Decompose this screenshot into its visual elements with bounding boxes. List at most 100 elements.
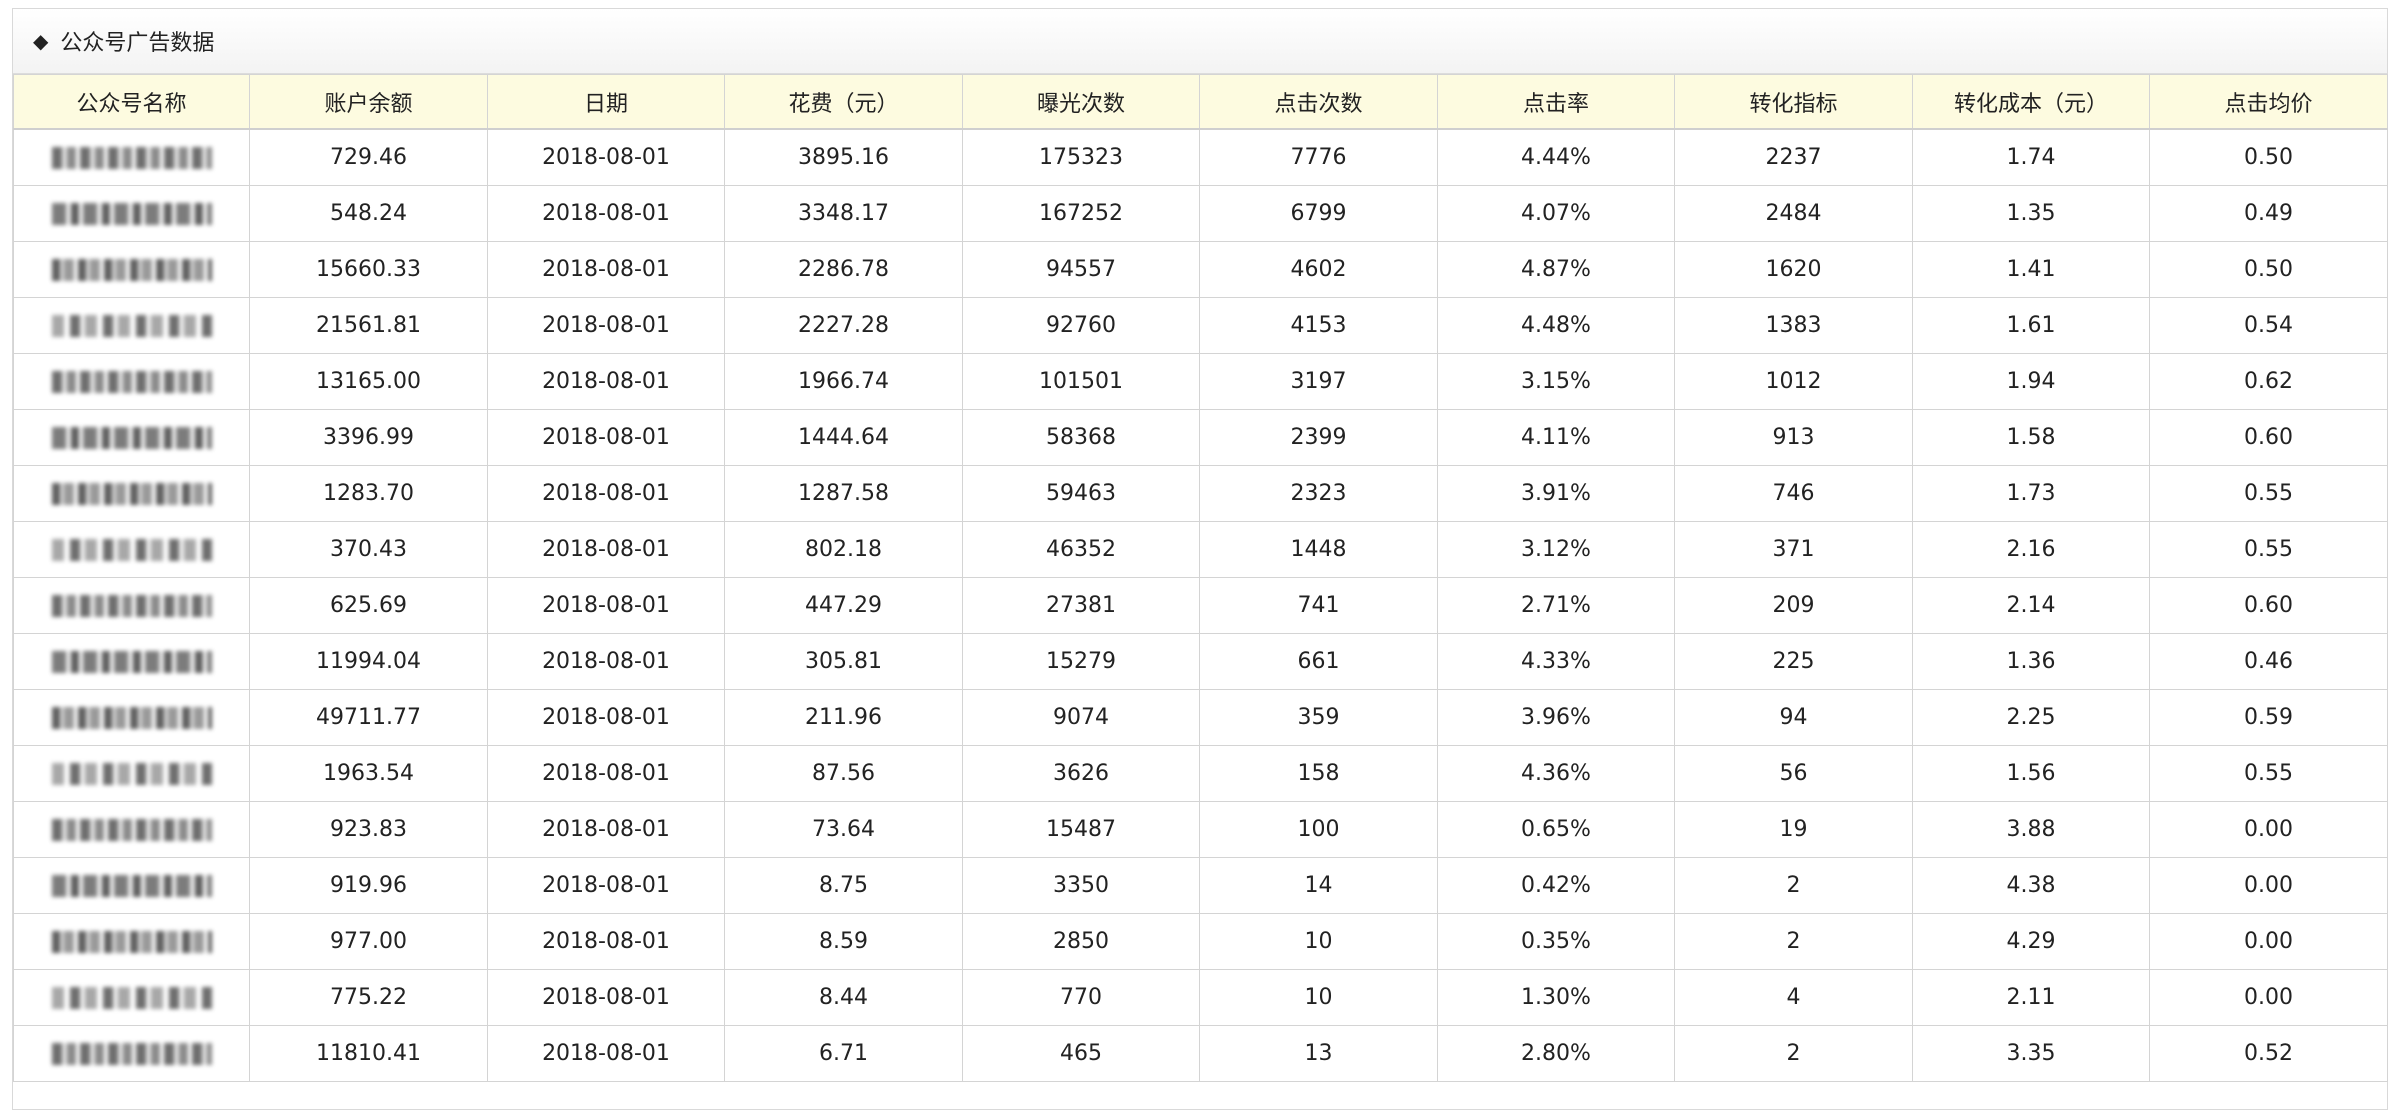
table-body: 729.46 2018-08-01 3895.16 175323 7776 4.44% 22… [13, 128, 2388, 1082]
redacted-text-image [51, 539, 212, 561]
diamond-bullet-icon: ◆ [33, 29, 49, 53]
cell-account-name-redacted [13, 1025, 250, 1082]
cell-spend: 87.56 [724, 745, 963, 802]
cell-balance: 977.00 [249, 913, 488, 970]
cell-ctr: 4.11% [1437, 409, 1675, 466]
cell-ctr: 2.71% [1437, 577, 1675, 634]
table-row[interactable]: 775.22 2018-08-01 8.44 770 10 1.30% 4 2.11 0.00 [13, 969, 2388, 1026]
cell-clicks: 13 [1199, 1025, 1438, 1082]
cell-conversions: 2 [1674, 1025, 1913, 1082]
redacted-text-image [51, 651, 212, 673]
table-row[interactable]: 548.24 2018-08-01 3348.17 167252 6799 4.07% 24… [13, 185, 2388, 242]
col-header-ctr[interactable]: 点击率 [1437, 74, 1675, 130]
cell-impressions: 15487 [962, 801, 1200, 858]
redacted-text-image [51, 315, 212, 337]
redacted-text-image [51, 987, 212, 1009]
table-row[interactable]: 919.96 2018-08-01 8.75 3350 14 0.42% 2 4.38 0.00 [13, 857, 2388, 914]
ad-data-panel: ◆ 公众号广告数据 公众号名称 账户余额 日期 花费（元） 曝光次数 点击次数 … [12, 8, 2388, 1110]
col-header-avg-cpc[interactable]: 点击均价 [2149, 74, 2388, 130]
cell-clicks: 741 [1199, 577, 1438, 634]
cell-date: 2018-08-01 [487, 913, 725, 970]
cell-spend: 2286.78 [724, 241, 963, 298]
col-header-conversions[interactable]: 转化指标 [1674, 74, 1913, 130]
cell-clicks: 661 [1199, 633, 1438, 690]
table-row[interactable]: 923.83 2018-08-01 73.64 15487 100 0.65% 19 3.88… [13, 801, 2388, 858]
cell-account-name-redacted [13, 185, 250, 242]
cell-spend: 1444.64 [724, 409, 963, 466]
table-row[interactable]: 15660.33 2018-08-01 2286.78 94557 4602 4.87% 1… [13, 241, 2388, 298]
col-header-conversion-cost[interactable]: 转化成本（元） [1912, 74, 2150, 130]
cell-spend: 3895.16 [724, 128, 963, 186]
col-header-balance[interactable]: 账户余额 [249, 74, 488, 130]
cell-balance: 49711.77 [249, 689, 488, 746]
table-row[interactable]: 625.69 2018-08-01 447.29 27381 741 2.71% 209 2.… [13, 577, 2388, 634]
cell-account-name-redacted [13, 297, 250, 354]
cell-spend: 447.29 [724, 577, 963, 634]
cell-conversion-cost: 1.74 [1912, 128, 2150, 186]
cell-date: 2018-08-01 [487, 577, 725, 634]
redacted-text-image [51, 763, 212, 785]
cell-spend: 2227.28 [724, 297, 963, 354]
cell-avg-cpc: 0.50 [2149, 241, 2388, 298]
cell-impressions: 94557 [962, 241, 1200, 298]
cell-avg-cpc: 0.00 [2149, 913, 2388, 970]
cell-conversion-cost: 2.25 [1912, 689, 2150, 746]
cell-account-name-redacted [13, 521, 250, 578]
cell-avg-cpc: 0.00 [2149, 857, 2388, 914]
table-header-row: 公众号名称 账户余额 日期 花费（元） 曝光次数 点击次数 点击率 转化指标 转… [13, 74, 2388, 130]
cell-ctr: 1.30% [1437, 969, 1675, 1026]
cell-conversion-cost: 4.29 [1912, 913, 2150, 970]
cell-conversion-cost: 3.35 [1912, 1025, 2150, 1082]
cell-balance: 11810.41 [249, 1025, 488, 1082]
table-row[interactable]: 21561.81 2018-08-01 2227.28 92760 4153 4.48% 1… [13, 297, 2388, 354]
cell-balance: 3396.99 [249, 409, 488, 466]
col-header-account-name[interactable]: 公众号名称 [13, 74, 250, 130]
cell-impressions: 46352 [962, 521, 1200, 578]
table-row[interactable]: 370.43 2018-08-01 802.18 46352 1448 3.12% 371 2… [13, 521, 2388, 578]
redacted-text-image [51, 875, 212, 897]
col-header-clicks[interactable]: 点击次数 [1199, 74, 1438, 130]
redacted-text-image [51, 147, 212, 169]
cell-impressions: 770 [962, 969, 1200, 1026]
table-row[interactable]: 729.46 2018-08-01 3895.16 175323 7776 4.44% 22… [13, 128, 2388, 186]
cell-ctr: 3.12% [1437, 521, 1675, 578]
table-row[interactable]: 1283.70 2018-08-01 1287.58 59463 2323 3.91% 74… [13, 465, 2388, 522]
table-row[interactable]: 977.00 2018-08-01 8.59 2850 10 0.35% 2 4.29 0.00 [13, 913, 2388, 970]
col-header-date[interactable]: 日期 [487, 74, 725, 130]
cell-conversions: 4 [1674, 969, 1913, 1026]
cell-date: 2018-08-01 [487, 689, 725, 746]
cell-impressions: 167252 [962, 185, 1200, 242]
cell-spend: 8.44 [724, 969, 963, 1026]
cell-conversions: 1620 [1674, 241, 1913, 298]
cell-date: 2018-08-01 [487, 128, 725, 186]
cell-avg-cpc: 0.62 [2149, 353, 2388, 410]
col-header-impressions[interactable]: 曝光次数 [962, 74, 1200, 130]
cell-clicks: 7776 [1199, 128, 1438, 186]
cell-date: 2018-08-01 [487, 353, 725, 410]
redacted-text-image [51, 931, 212, 953]
cell-date: 2018-08-01 [487, 297, 725, 354]
panel-title: 公众号广告数据 [60, 31, 215, 56]
cell-conversion-cost: 1.36 [1912, 633, 2150, 690]
cell-clicks: 10 [1199, 969, 1438, 1026]
cell-avg-cpc: 0.54 [2149, 297, 2388, 354]
cell-impressions: 27381 [962, 577, 1200, 634]
cell-spend: 305.81 [724, 633, 963, 690]
cell-date: 2018-08-01 [487, 241, 725, 298]
cell-spend: 1966.74 [724, 353, 963, 410]
cell-ctr: 4.36% [1437, 745, 1675, 802]
cell-avg-cpc: 0.49 [2149, 185, 2388, 242]
table-row[interactable]: 13165.00 2018-08-01 1966.74 101501 3197 3.15%… [13, 353, 2388, 410]
table-row[interactable]: 49711.77 2018-08-01 211.96 9074 359 3.96% 94 2.… [13, 689, 2388, 746]
table-row[interactable]: 3396.99 2018-08-01 1444.64 58368 2399 4.11% 91… [13, 409, 2388, 466]
cell-avg-cpc: 0.46 [2149, 633, 2388, 690]
table-row[interactable]: 11994.04 2018-08-01 305.81 15279 661 4.33% 225… [13, 633, 2388, 690]
cell-conversions: 2 [1674, 857, 1913, 914]
cell-account-name-redacted [13, 353, 250, 410]
table-row[interactable]: 1963.54 2018-08-01 87.56 3626 158 4.36% 56 1.56… [13, 745, 2388, 802]
cell-date: 2018-08-01 [487, 1025, 725, 1082]
cell-balance: 729.46 [249, 128, 488, 186]
table-row[interactable]: 11810.41 2018-08-01 6.71 465 13 2.80% 2 3.35 0.5… [13, 1025, 2388, 1082]
cell-impressions: 465 [962, 1025, 1200, 1082]
col-header-spend[interactable]: 花费（元） [724, 74, 963, 130]
